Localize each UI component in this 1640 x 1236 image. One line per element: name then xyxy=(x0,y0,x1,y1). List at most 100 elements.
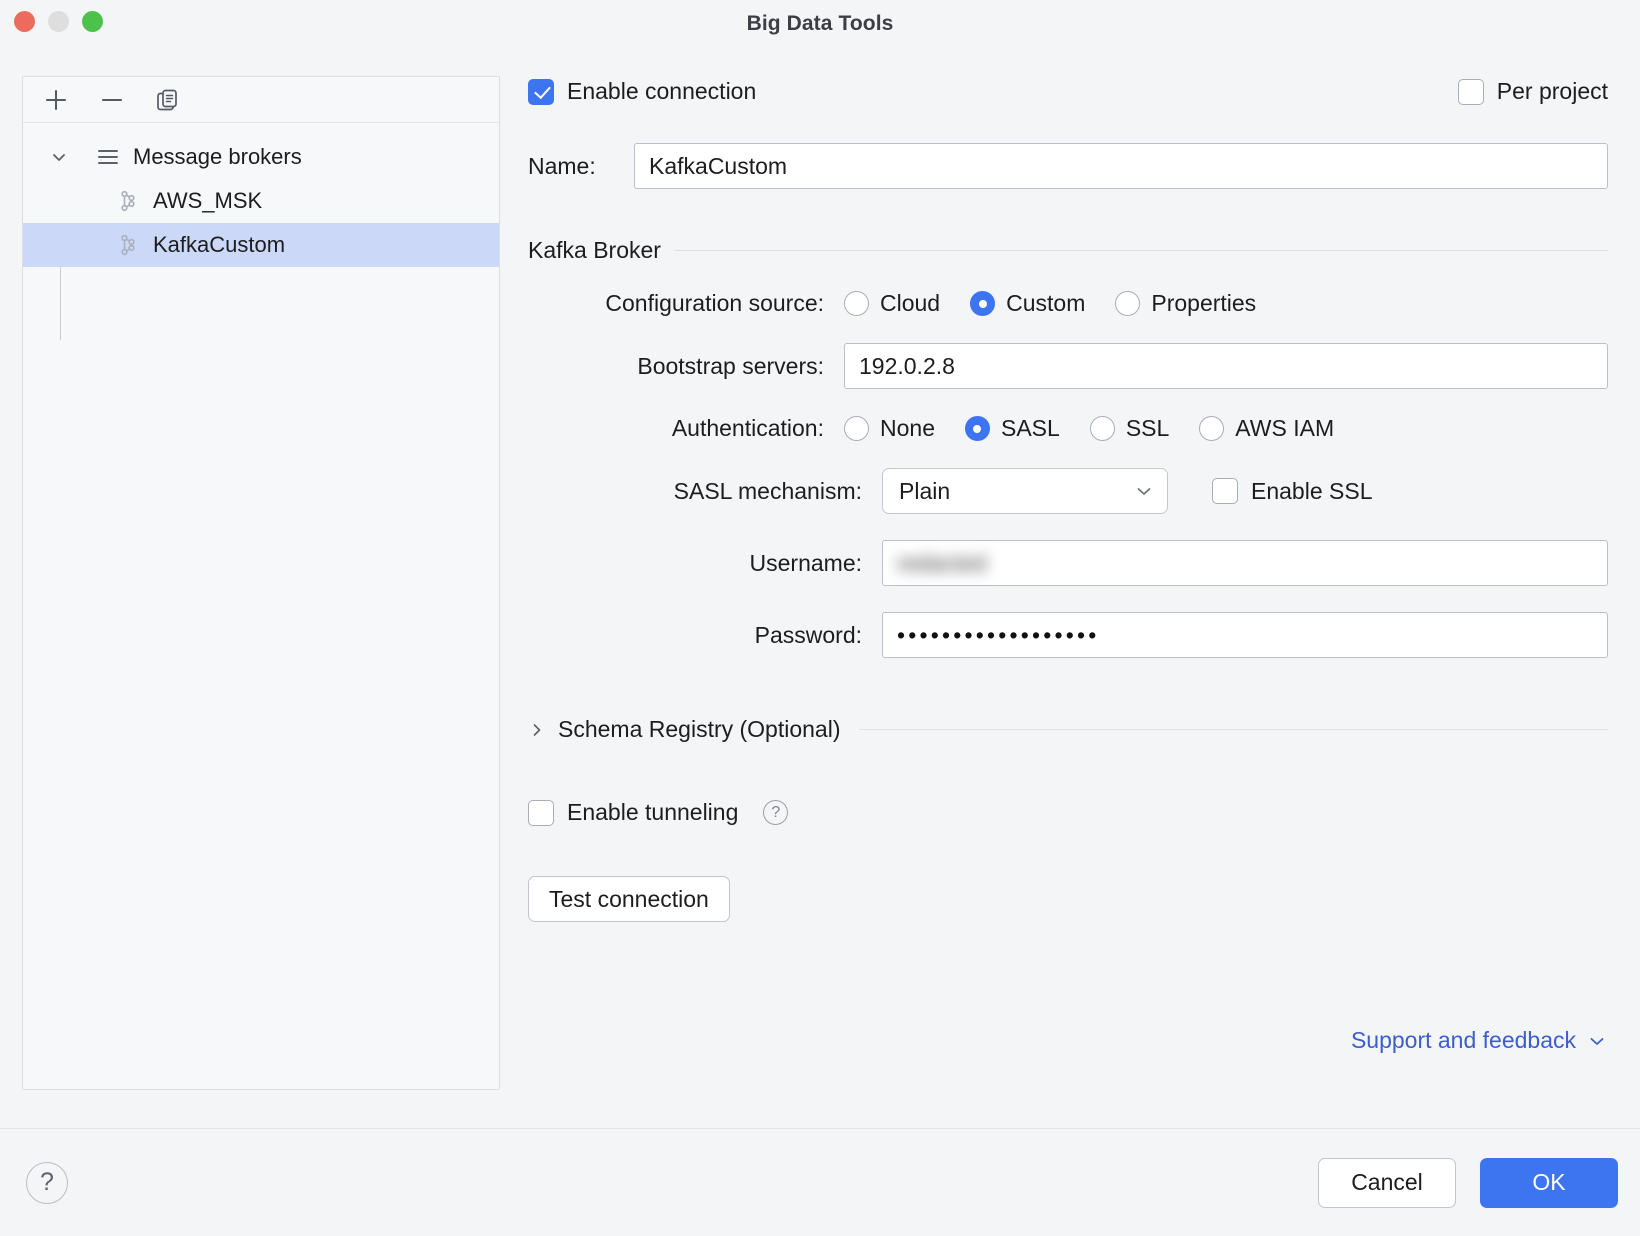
radio-config-cloud-label: Cloud xyxy=(880,290,940,317)
test-connection-button[interactable]: Test connection xyxy=(528,876,730,922)
radio-config-custom-dot[interactable] xyxy=(970,291,995,316)
password-label: Password: xyxy=(528,622,882,649)
kafka-icon xyxy=(115,188,141,214)
settings-top-row: Enable connection Per project xyxy=(528,78,1624,105)
sasl-mechanism-row: SASL mechanism: Plain Enable SSL xyxy=(528,468,1624,514)
radio-auth-sasl-dot[interactable] xyxy=(965,416,990,441)
kafka-broker-group-header: Kafka Broker xyxy=(528,237,1624,264)
chevron-down-icon[interactable] xyxy=(1586,1030,1608,1052)
window-title: Big Data Tools xyxy=(747,12,894,36)
ok-label: OK xyxy=(1532,1169,1565,1196)
radio-auth-ssl-label: SSL xyxy=(1126,415,1169,442)
question-icon[interactable]: ? xyxy=(763,800,788,825)
title-bar: Big Data Tools xyxy=(0,0,1640,48)
close-window-button[interactable] xyxy=(14,11,35,32)
support-and-feedback-label: Support and feedback xyxy=(1351,1027,1576,1054)
cancel-button[interactable]: Cancel xyxy=(1318,1158,1456,1208)
radio-config-properties[interactable]: Properties xyxy=(1115,290,1256,317)
authentication-row: Authentication: None SASL SSL xyxy=(528,415,1624,442)
schema-registry-label: Schema Registry (Optional) xyxy=(558,716,841,743)
tree-item-label: AWS_MSK xyxy=(153,188,262,214)
radio-auth-none-dot[interactable] xyxy=(844,416,869,441)
kafka-icon xyxy=(115,232,141,258)
username-row: Username: redacted xyxy=(528,540,1624,586)
password-row: Password: •••••••••••••••••• xyxy=(528,612,1624,658)
cancel-label: Cancel xyxy=(1351,1169,1423,1196)
radio-config-properties-label: Properties xyxy=(1151,290,1256,317)
enable-tunneling-label: Enable tunneling xyxy=(567,799,738,826)
tree-group-message-brokers[interactable]: Message brokers xyxy=(23,135,499,179)
tree-item-kafkacustom[interactable]: KafkaCustom xyxy=(23,223,499,267)
enable-ssl-label: Enable SSL xyxy=(1251,478,1372,505)
username-value: redacted xyxy=(897,550,987,577)
radio-config-custom-label: Custom xyxy=(1006,290,1085,317)
window-controls xyxy=(14,11,103,32)
radio-auth-ssl-dot[interactable] xyxy=(1090,416,1115,441)
support-and-feedback-link[interactable]: Support and feedback xyxy=(1351,1027,1608,1054)
schema-registry-section[interactable]: Schema Registry (Optional) xyxy=(528,716,1624,743)
enable-ssl-checkbox[interactable]: Enable SSL xyxy=(1212,478,1372,505)
bootstrap-servers-input[interactable]: 192.0.2.8 xyxy=(844,343,1608,389)
connection-settings-panel: Enable connection Per project Name: Kafk… xyxy=(500,76,1624,1090)
dialog-body: Message brokers AWS_MSK xyxy=(0,48,1640,1090)
tree-group-label: Message brokers xyxy=(133,144,302,170)
per-project-box[interactable] xyxy=(1458,79,1484,105)
tree-item-aws-msk[interactable]: AWS_MSK xyxy=(23,179,499,223)
test-connection-label: Test connection xyxy=(549,886,709,913)
password-input[interactable]: •••••••••••••••••• xyxy=(882,612,1608,658)
big-data-tools-dialog: Big Data Tools xyxy=(0,0,1640,1236)
authentication-radios: None SASL SSL AWS IAM xyxy=(844,415,1334,442)
footer-actions: Cancel OK xyxy=(1318,1158,1618,1208)
radio-config-custom[interactable]: Custom xyxy=(970,290,1085,317)
connections-panel: Message brokers AWS_MSK xyxy=(22,76,500,1090)
enable-tunneling-box[interactable] xyxy=(528,800,554,826)
add-connection-button[interactable] xyxy=(41,85,71,115)
name-value: KafkaCustom xyxy=(649,153,787,180)
password-value: •••••••••••••••••• xyxy=(897,624,1100,647)
configuration-source-row: Configuration source: Cloud Custom Prope… xyxy=(528,290,1624,317)
remove-connection-button[interactable] xyxy=(97,85,127,115)
expand-chevron-icon[interactable] xyxy=(49,147,69,167)
chevron-down-icon[interactable] xyxy=(1133,480,1155,502)
copy-connection-button[interactable] xyxy=(153,85,183,115)
username-input[interactable]: redacted xyxy=(882,540,1608,586)
name-input[interactable]: KafkaCustom xyxy=(634,143,1608,189)
radio-auth-aws-iam-dot[interactable] xyxy=(1199,416,1224,441)
radio-auth-ssl[interactable]: SSL xyxy=(1090,415,1169,442)
radio-config-properties-dot[interactable] xyxy=(1115,291,1140,316)
radio-auth-aws-iam-label: AWS IAM xyxy=(1235,415,1334,442)
ok-button[interactable]: OK xyxy=(1480,1158,1618,1208)
radio-auth-none[interactable]: None xyxy=(844,415,935,442)
configuration-source-label: Configuration source: xyxy=(528,290,844,317)
zoom-window-button[interactable] xyxy=(82,11,103,32)
tree-item-label: KafkaCustom xyxy=(153,232,285,258)
test-connection-row: Test connection xyxy=(528,876,1624,922)
enable-tunneling-row[interactable]: Enable tunneling ? xyxy=(528,799,1624,826)
schema-registry-divider xyxy=(859,729,1609,730)
bootstrap-servers-value: 192.0.2.8 xyxy=(859,353,955,380)
sasl-mechanism-select[interactable]: Plain xyxy=(882,468,1168,514)
connections-toolbar xyxy=(23,77,499,123)
group-divider xyxy=(675,250,1608,251)
kafka-broker-title: Kafka Broker xyxy=(528,237,661,264)
chevron-right-icon[interactable] xyxy=(528,721,546,739)
enable-ssl-box[interactable] xyxy=(1212,478,1238,504)
dialog-footer: ? Cancel OK xyxy=(0,1128,1640,1236)
enable-connection-box[interactable] xyxy=(528,79,554,105)
connections-tree: Message brokers AWS_MSK xyxy=(23,123,499,1089)
per-project-label: Per project xyxy=(1497,78,1608,105)
minimize-window-button[interactable] xyxy=(48,11,69,32)
per-project-checkbox[interactable]: Per project xyxy=(1458,78,1608,105)
radio-auth-sasl-label: SASL xyxy=(1001,415,1060,442)
radio-auth-sasl[interactable]: SASL xyxy=(965,415,1060,442)
radio-auth-aws-iam[interactable]: AWS IAM xyxy=(1199,415,1334,442)
username-label: Username: xyxy=(528,550,882,577)
sasl-mechanism-label: SASL mechanism: xyxy=(528,478,882,505)
radio-auth-none-label: None xyxy=(880,415,935,442)
bootstrap-servers-label: Bootstrap servers: xyxy=(528,353,844,380)
help-button[interactable]: ? xyxy=(26,1162,68,1204)
enable-connection-checkbox[interactable]: Enable connection xyxy=(528,78,756,105)
radio-config-cloud-dot[interactable] xyxy=(844,291,869,316)
radio-config-cloud[interactable]: Cloud xyxy=(844,290,940,317)
configuration-source-radios: Cloud Custom Properties xyxy=(844,290,1256,317)
